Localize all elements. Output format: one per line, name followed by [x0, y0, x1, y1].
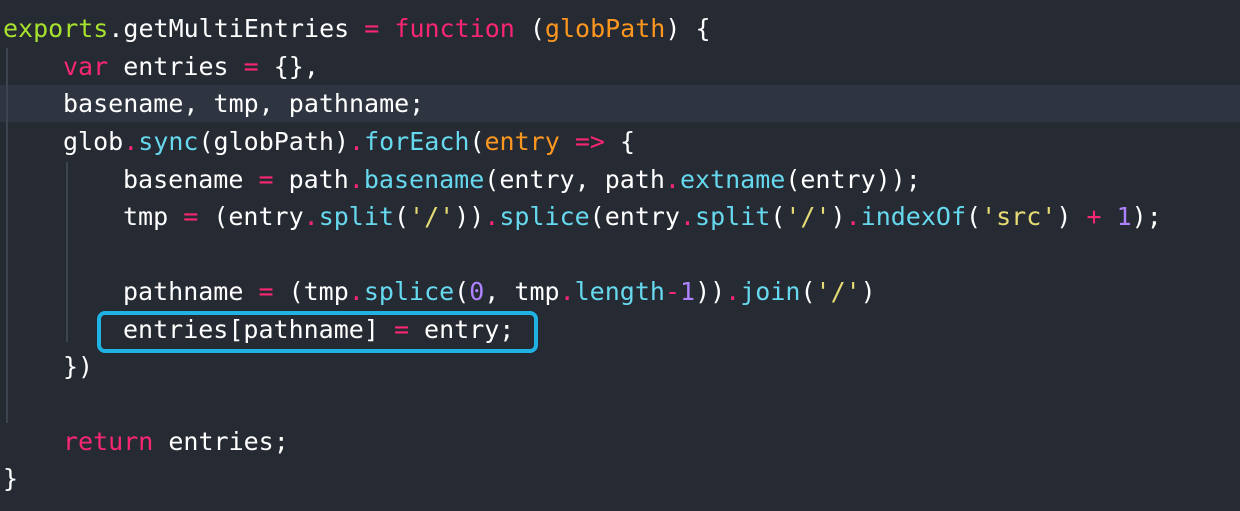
- code-token: (globPath): [198, 127, 350, 156]
- code-token: {: [604, 127, 636, 156]
- code-token: )): [695, 277, 726, 306]
- code-token: .: [484, 202, 500, 231]
- code-token: '/': [815, 277, 861, 306]
- code-token: (: [393, 202, 410, 231]
- indent-guide: [66, 162, 68, 342]
- code-token: glob: [63, 127, 124, 156]
- code-token: .: [303, 202, 319, 231]
- code-token: .: [348, 277, 364, 306]
- code-token: split: [695, 202, 771, 231]
- code-token: entries: [108, 52, 244, 81]
- code-line[interactable]: basename = path.basename(entry, path.ext…: [123, 161, 921, 199]
- code-token: entries;: [153, 427, 289, 456]
- code-token: (: [966, 202, 982, 231]
- code-token: '/': [785, 202, 831, 231]
- code-editor[interactable]: exports.getMultiEntries = function (glob…: [0, 0, 1240, 511]
- code-token: .: [559, 277, 575, 306]
- code-token: indexOf: [860, 202, 967, 231]
- code-token: splice: [499, 202, 590, 231]
- code-token: (: [770, 202, 786, 231]
- code-token: basename, tmp, pathname;: [63, 89, 425, 118]
- code-token: function: [394, 14, 515, 43]
- code-line[interactable]: return entries;: [63, 423, 289, 461]
- code-token: 1: [680, 277, 696, 306]
- code-token: exports: [3, 14, 109, 43]
- code-line[interactable]: var entries = {},: [63, 48, 319, 86]
- code-line[interactable]: }: [3, 460, 18, 498]
- code-token: (: [454, 277, 470, 306]
- code-line[interactable]: tmp = (entry.split('/')).splice(entry.sp…: [123, 198, 1162, 236]
- highlight-box: [97, 311, 538, 353]
- code-token: pathname: [123, 277, 259, 306]
- code-token: .: [348, 165, 364, 194]
- code-token: getMultiEntries: [123, 14, 350, 43]
- code-token: (entry, path: [484, 165, 665, 194]
- code-token: , tmp: [484, 277, 560, 306]
- code-token: .: [845, 202, 861, 231]
- code-line[interactable]: pathname = (tmp.splice(0, tmp.length-1))…: [123, 273, 876, 311]
- code-token: (entry));: [785, 165, 921, 194]
- code-token: +: [1086, 202, 1102, 231]
- code-token: path: [273, 165, 349, 194]
- code-token: ) {: [665, 14, 711, 43]
- code-token: =: [183, 202, 199, 231]
- code-token: }: [3, 464, 19, 493]
- code-token: {},: [258, 52, 319, 81]
- code-token: .: [108, 14, 124, 43]
- code-token: =>: [574, 127, 605, 156]
- code-token: globPath: [544, 14, 666, 43]
- code-token: entry: [484, 127, 560, 156]
- code-token: basename: [123, 165, 259, 194]
- code-token: basename: [363, 165, 485, 194]
- code-token: sync: [138, 127, 199, 156]
- code-token: )): [454, 202, 485, 231]
- code-token: =: [364, 14, 380, 43]
- code-token: 0: [469, 277, 485, 306]
- code-token: join: [740, 277, 801, 306]
- code-token: .: [679, 202, 696, 231]
- code-token: ): [860, 277, 876, 306]
- code-token: =: [258, 165, 274, 194]
- code-token: (tmp: [273, 277, 349, 306]
- code-token: ): [1056, 202, 1087, 231]
- code-token: tmp: [123, 202, 184, 231]
- code-token: 'src': [981, 202, 1057, 231]
- indent-guide: [6, 48, 8, 423]
- code-token: forEach: [364, 127, 470, 156]
- code-line[interactable]: }): [63, 348, 93, 386]
- code-token: .: [725, 277, 741, 306]
- code-token: }): [63, 352, 94, 381]
- code-token: =: [258, 277, 274, 306]
- code-token: .: [349, 127, 365, 156]
- code-token: '/': [409, 202, 455, 231]
- code-token: ): [830, 202, 846, 231]
- code-token: );: [1131, 202, 1162, 231]
- code-line[interactable]: exports.getMultiEntries = function (glob…: [3, 10, 711, 48]
- code-token: (entry: [198, 202, 304, 231]
- code-token: -: [664, 277, 680, 306]
- code-token: 1: [1116, 202, 1132, 231]
- code-token: =: [243, 52, 259, 81]
- code-line[interactable]: basename, tmp, pathname;: [63, 85, 424, 123]
- code-token: .: [123, 127, 139, 156]
- code-token: (entry: [589, 202, 680, 231]
- code-token: (: [514, 14, 545, 43]
- code-line[interactable]: glob.sync(globPath).forEach(entry => {: [63, 123, 635, 161]
- code-token: splice: [363, 277, 455, 306]
- code-token: .: [664, 165, 680, 194]
- code-token: var: [63, 52, 109, 81]
- code-token: extname: [679, 165, 786, 194]
- code-token: split: [318, 202, 394, 231]
- code-token: (: [469, 127, 485, 156]
- code-token: (: [800, 277, 816, 306]
- code-token: return: [63, 427, 154, 456]
- code-token: length: [574, 277, 665, 306]
